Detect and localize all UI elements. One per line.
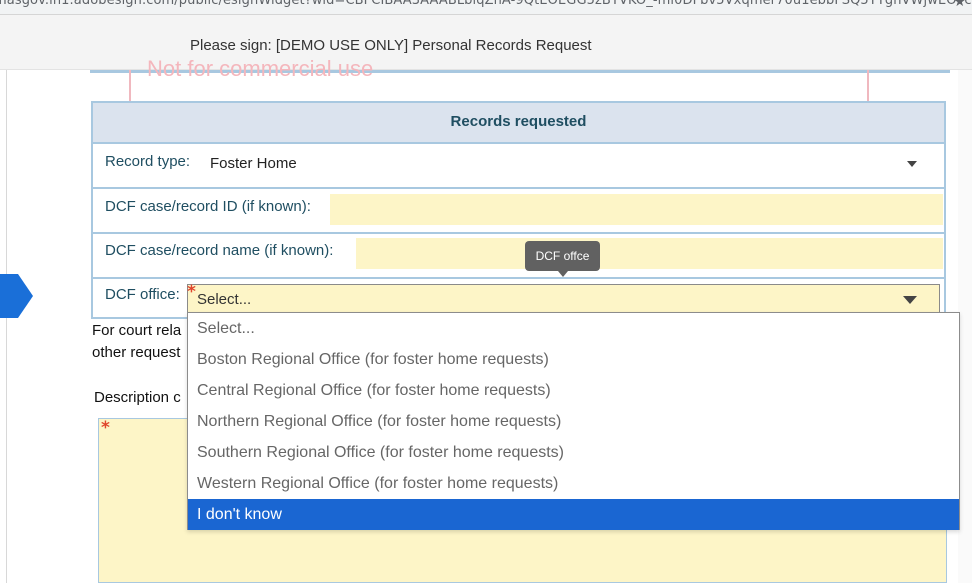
watermark-box: Not for commercial use [129,56,869,104]
court-records-text-line1: For court rela [92,322,182,339]
document-title-bar: Please sign: [DEMO USE ONLY] Personal Re… [0,15,972,70]
court-records-text-line2: other request [92,344,181,361]
dropdown-option-highlighted[interactable]: I don't know [188,499,959,530]
case-id-field[interactable] [330,194,943,225]
dcf-office-tooltip: DCF offce [525,241,600,271]
case-id-label: DCF case/record ID (if known): [105,198,311,215]
record-type-row: Record type: Foster Home [93,144,944,189]
record-type-value: Foster Home [210,155,297,172]
case-name-label: DCF case/record name (if known): [105,242,334,259]
dropdown-option[interactable]: Select... [188,313,959,344]
current-field-arrow-icon[interactable] [0,274,33,318]
record-type-select[interactable]: Foster Home [202,148,939,178]
case-name-row: DCF case/record name (if known): [93,234,944,279]
browser-address-bar[interactable]: masgov.in1.adobesign.com/public/esignWid… [0,0,972,15]
url-text[interactable]: masgov.in1.adobesign.com/public/esignWid… [0,0,972,8]
dropdown-option[interactable]: Boston Regional Office (for foster home … [188,344,959,375]
chevron-down-icon [907,161,917,167]
watermark-text: Not for commercial use [147,56,374,81]
page-left-edge [6,70,7,583]
record-type-label: Record type: [105,153,191,170]
document-title: Please sign: [DEMO USE ONLY] Personal Re… [190,37,592,54]
records-requested-table: Records requested Record type: Foster Ho… [91,101,946,319]
page-scroll-gutter[interactable] [958,70,972,583]
dcf-office-select[interactable]: Select... [187,284,940,314]
dropdown-option[interactable]: Central Regional Office (for foster home… [188,375,959,406]
records-table-header: Records requested [93,103,944,144]
required-asterisk: * [187,282,196,302]
dropdown-option[interactable]: Northern Regional Office (for foster hom… [188,406,959,437]
chevron-down-icon [903,296,917,304]
dcf-office-dropdown-list[interactable]: Select... Boston Regional Office (for fo… [187,312,960,530]
required-asterisk: * [101,418,110,438]
dropdown-option[interactable]: Western Regional Office (for foster home… [188,468,959,499]
case-id-row: DCF case/record ID (if known): [93,189,944,234]
star-icon[interactable]: ★ [953,0,966,10]
dcf-office-value: Select... [197,291,252,308]
dcf-office-label: DCF office: [105,286,180,303]
description-label: Description c [94,389,181,406]
case-name-field[interactable] [356,238,943,269]
dropdown-option[interactable]: Southern Regional Office (for foster hom… [188,437,959,468]
tooltip-arrow [558,271,568,277]
